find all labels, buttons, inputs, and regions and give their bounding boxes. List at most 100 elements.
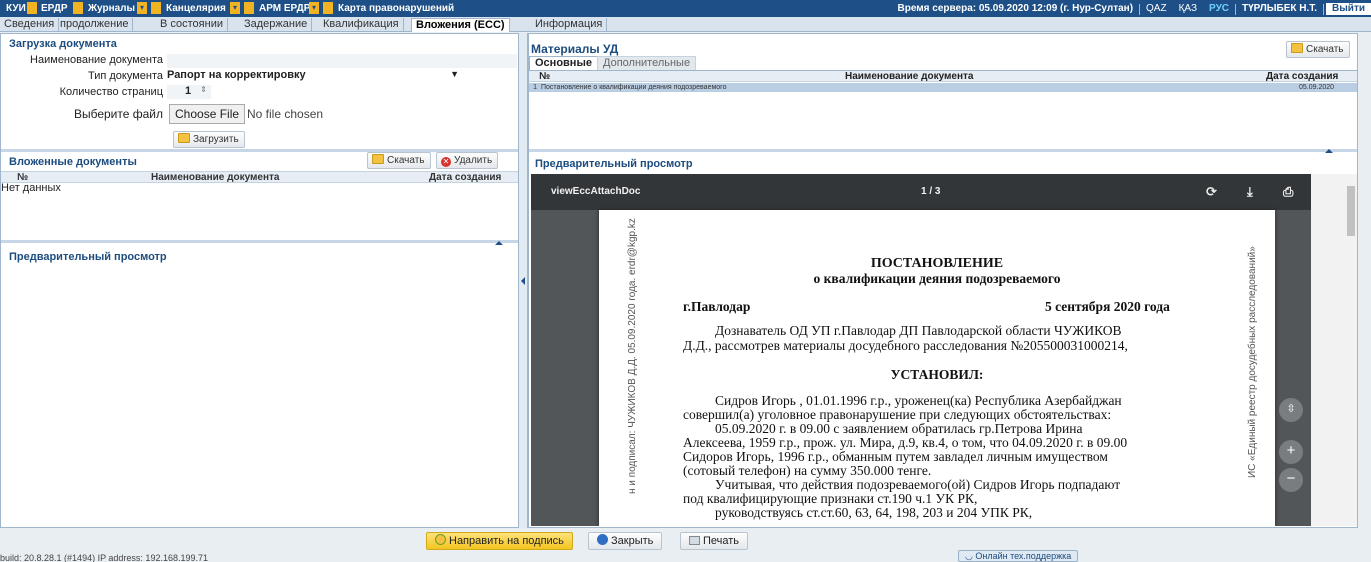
attached-download-button[interactable]: Скачать (367, 152, 431, 169)
doc-p3d: (сотовый телефон) на сумму 350.000 тенге… (683, 463, 932, 478)
user-name[interactable]: ТҮРЛЫБЕК Н.Т. (1236, 3, 1323, 15)
doc-p2a: Сидров Игорь , 01.01.1996 г.р., уроженец… (715, 393, 1122, 408)
lang-qaz[interactable]: QAZ (1140, 3, 1173, 15)
delete-icon: ✕ (441, 157, 451, 167)
col-date[interactable]: Дата создания (429, 172, 501, 183)
back-arrow-icon (597, 534, 608, 545)
bottom-bar: Направить на подпись Закрыть Печать buil… (0, 529, 1371, 562)
viewer-scrollbar[interactable] (1311, 174, 1357, 526)
doc-type-value: Рапорт на корректировку (167, 69, 306, 81)
pdf-filename: viewEccAttachDoc (551, 186, 641, 197)
online-support-button[interactable]: ◡ Онлайн тех.поддержка (958, 550, 1079, 562)
doc-p2b: совершил(а) уголовное правонарушение при… (683, 407, 1112, 422)
tab-information[interactable]: Информация (531, 18, 608, 32)
fit-page-icon[interactable]: ⇳ (1279, 398, 1303, 422)
col-name[interactable]: Наименование документа (845, 71, 974, 82)
server-time: Время сервера: 05.09.2020 12:09 (г. Нур-… (897, 3, 1134, 14)
print-icon[interactable]: ⎙ (1283, 184, 1293, 200)
doc-p1a: Дознаватель ОД УП г.Павлодар ДП Павлодар… (715, 323, 1122, 338)
chat-icon: ◡ (965, 551, 973, 561)
tab-info[interactable]: Сведения (0, 18, 60, 32)
upload-button[interactable]: Загрузить (173, 131, 245, 148)
tab-attachments[interactable]: Вложения (ЕСС) (411, 18, 510, 32)
row-name: Постановление о квалификации деяния подо… (541, 84, 727, 91)
tab-detention[interactable]: Задержание (240, 18, 313, 32)
upload-button-label: Загрузить (193, 134, 239, 145)
doc-type-select[interactable]: Рапорт на корректировку ▼ (167, 69, 467, 83)
pdf-toolbar: viewEccAttachDoc 1 / 3 ⟳ ⤓ ⎙ (531, 174, 1311, 210)
col-date[interactable]: Дата создания (1266, 71, 1338, 82)
pages-label: Количество страниц (59, 86, 163, 98)
zoom-out-icon[interactable]: − (1279, 468, 1303, 492)
menu-journals[interactable]: Журналы (88, 3, 135, 14)
tab-extra-materials[interactable]: Дополнительные (597, 56, 697, 70)
panel-splitter[interactable] (519, 33, 528, 528)
zoom-in-icon[interactable]: + (1279, 440, 1303, 464)
print-button[interactable]: Печать (680, 532, 749, 550)
tab-state[interactable]: В состоянии (156, 18, 228, 32)
close-button[interactable]: Закрыть (588, 532, 663, 550)
col-no[interactable]: № (539, 71, 550, 82)
lang-rus[interactable]: РУС (1203, 3, 1235, 15)
attached-empty: Нет данных (1, 182, 61, 194)
menu-kui[interactable]: КУИ (6, 3, 26, 14)
menu-separator (73, 2, 83, 14)
menu-erdr[interactable]: ЕРДР (41, 3, 68, 14)
doc-name-input[interactable] (167, 54, 517, 68)
attached-grid-header: № Наименование документа Дата создания (1, 171, 518, 183)
menu-crime-map[interactable]: Карта правонарушений (338, 3, 454, 14)
collapse-left-icon[interactable] (521, 277, 525, 285)
doc-city: г.Павлодар (683, 299, 751, 314)
right-preview-title: Предварительный просмотр (535, 158, 693, 170)
materials-download-label: Скачать (1306, 44, 1344, 55)
chevron-down-icon[interactable]: ▾ (230, 2, 240, 14)
rotate-icon[interactable]: ⟳ (1206, 184, 1217, 200)
pdf-page: н и подписал: ЧУЖИКОВ Д.Д. 05.09.2020 го… (599, 210, 1275, 526)
attached-delete-label: Удалить (454, 155, 493, 166)
col-name[interactable]: Наименование документа (151, 172, 280, 183)
pages-stepper[interactable]: 1 ⇕ (167, 85, 211, 99)
doc-p4a: Учитывая, что действия подозреваемого(ой… (715, 477, 1121, 492)
stepper-arrows-icon[interactable]: ⇕ (200, 85, 207, 94)
doc-established: УСТАНОВИЛ: (890, 367, 984, 382)
folder-icon (372, 154, 384, 164)
menu-chancellery[interactable]: Канцелярия (166, 3, 226, 14)
left-panel: Загрузка документа Наименование документ… (0, 33, 519, 528)
pdf-viewer[interactable]: viewEccAttachDoc 1 / 3 ⟳ ⤓ ⎙ н и подписа… (531, 174, 1311, 526)
scrollbar-thumb[interactable] (1347, 186, 1355, 236)
materials-download-button[interactable]: Скачать (1286, 41, 1350, 58)
doc-p4b: под квалифицирующие признаки ст.190 ч.1 … (683, 491, 978, 506)
doc-name-label: Наименование документа (30, 54, 163, 66)
doc-p3b: Алексеева, 1959 г.р., прож. ул. Мира, д.… (683, 435, 1128, 450)
tab-main-materials[interactable]: Основные (529, 56, 598, 70)
collapse-icon[interactable] (495, 241, 503, 245)
download-icon[interactable]: ⤓ (1247, 184, 1253, 200)
menu-arm-erdr[interactable]: АРМ ЕРДР (259, 3, 310, 14)
file-label: Выберите файл (73, 107, 163, 121)
tab-qualification[interactable]: Квалификация (319, 18, 404, 32)
lang-kaz[interactable]: ҚАЗ (1173, 3, 1203, 15)
left-preview-title: Предварительный просмотр (9, 251, 167, 263)
doc-p3c: Сидоров Игорь, 1996 г.р., обманным путем… (683, 449, 1108, 464)
tab-continuation[interactable]: продолжение (56, 18, 134, 32)
logout-button[interactable]: Выйти (1326, 3, 1371, 15)
topbar-right: Время сервера: 05.09.2020 12:09 (г. Нур-… (892, 3, 1371, 15)
chevron-down-icon[interactable]: ▾ (137, 2, 147, 14)
table-row[interactable]: 1 Постановление о квалификации деяния по… (529, 83, 1357, 92)
send-to-sign-button[interactable]: Направить на подпись (426, 532, 573, 550)
doc-p3a: 05.09.2020 г. в 09.00 с заявлением обрат… (715, 421, 1083, 436)
materials-grid-header: № Наименование документа Дата создания (529, 70, 1357, 82)
case-tabs: Сведения продолжение В состоянии Задержа… (0, 17, 1371, 32)
choose-file-button[interactable]: Choose File (169, 104, 246, 124)
attached-download-label: Скачать (387, 155, 425, 166)
online-support-label: Онлайн тех.поддержка (975, 551, 1072, 561)
row-date: 05.09.2020 (1299, 84, 1335, 91)
top-menu-bar: КУИ ЕРДР Журналы ▾ Канцелярия ▾ АРМ ЕРДР… (0, 0, 1371, 17)
upload-title: Загрузка документа (9, 38, 117, 50)
check-icon (435, 534, 446, 545)
doc-date: 5 сентября 2020 года (1045, 299, 1170, 314)
pages-value: 1 (185, 85, 192, 97)
attached-delete-button[interactable]: ✕ Удалить (436, 152, 499, 169)
chevron-down-icon[interactable]: ▾ (309, 2, 319, 14)
collapse-icon[interactable] (1325, 149, 1333, 153)
